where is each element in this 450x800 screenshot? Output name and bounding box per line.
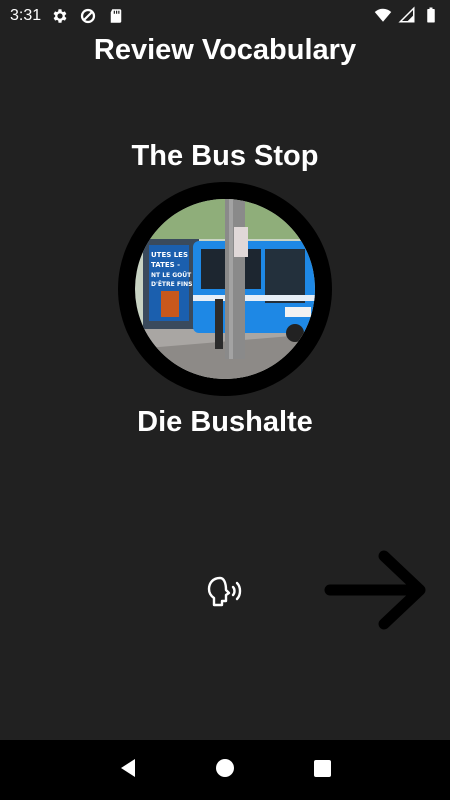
next-button[interactable] <box>322 550 430 634</box>
data-saver-icon <box>79 7 97 25</box>
arrow-right-icon <box>324 550 428 635</box>
german-word: Die Bushalte <box>137 406 313 438</box>
poster-text-4: D'ÊTRE FINS. <box>151 280 195 288</box>
bus-stop-image: UTES LES TATES - NT LE GOÛT D'ÊTRE FINS. <box>135 199 315 379</box>
settings-icon <box>51 7 69 25</box>
signal-icon <box>398 6 416 24</box>
screen: 3:31 Review Vocabulary The Bus Stop UTES… <box>0 0 450 800</box>
back-icon <box>117 757 139 784</box>
poster-text-3: NT LE GOÛT <box>151 272 192 279</box>
recents-icon <box>311 757 333 784</box>
recents-button[interactable] <box>302 750 342 790</box>
english-word: The Bus Stop <box>131 140 319 172</box>
page-title: Review Vocabulary <box>93 34 357 66</box>
sd-card-icon <box>107 7 125 25</box>
speak-button[interactable] <box>204 574 248 614</box>
speak-icon <box>206 574 246 615</box>
poster-text-2: TATES - <box>151 261 180 269</box>
navigation-bar <box>0 740 450 800</box>
vocab-image-frame: UTES LES TATES - NT LE GOÛT D'ÊTRE FINS. <box>118 182 332 396</box>
status-bar: 3:31 <box>0 0 450 32</box>
home-icon <box>214 757 236 784</box>
poster-text-1: UTES LES <box>151 251 188 259</box>
home-button[interactable] <box>205 750 245 790</box>
back-button[interactable] <box>108 750 148 790</box>
battery-icon <box>422 6 440 24</box>
wifi-icon <box>374 6 392 24</box>
status-time: 3:31 <box>10 7 42 24</box>
